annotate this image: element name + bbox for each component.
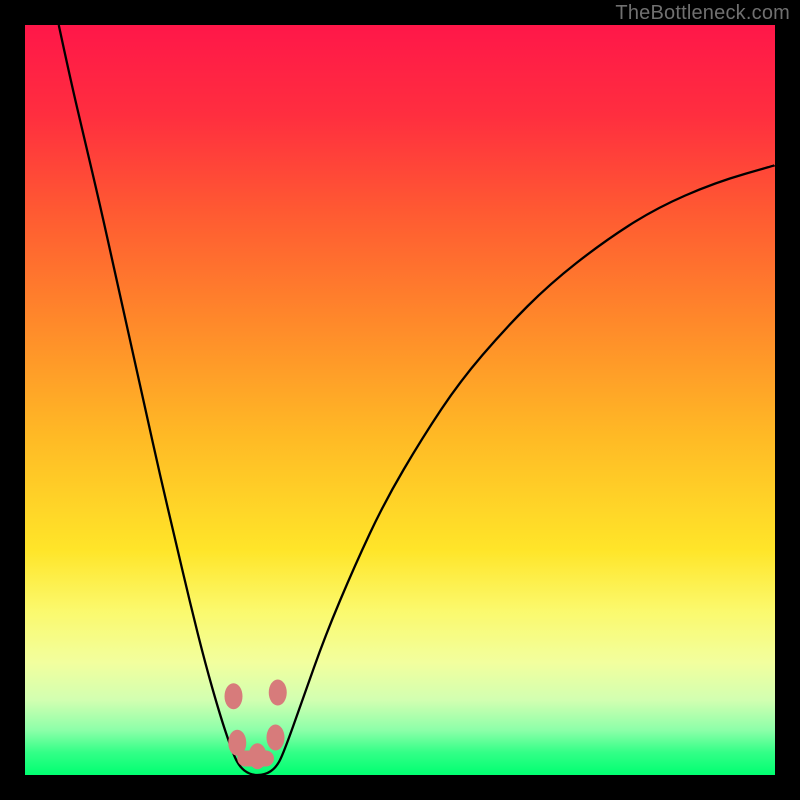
- watermark-text: TheBottleneck.com: [615, 2, 790, 25]
- right-marker-top: [269, 680, 287, 706]
- left-marker-top: [225, 683, 243, 709]
- valley-connector: [237, 751, 274, 767]
- right-marker-low: [267, 725, 285, 751]
- marker-layer: [25, 25, 775, 775]
- chart-frame: [25, 25, 775, 775]
